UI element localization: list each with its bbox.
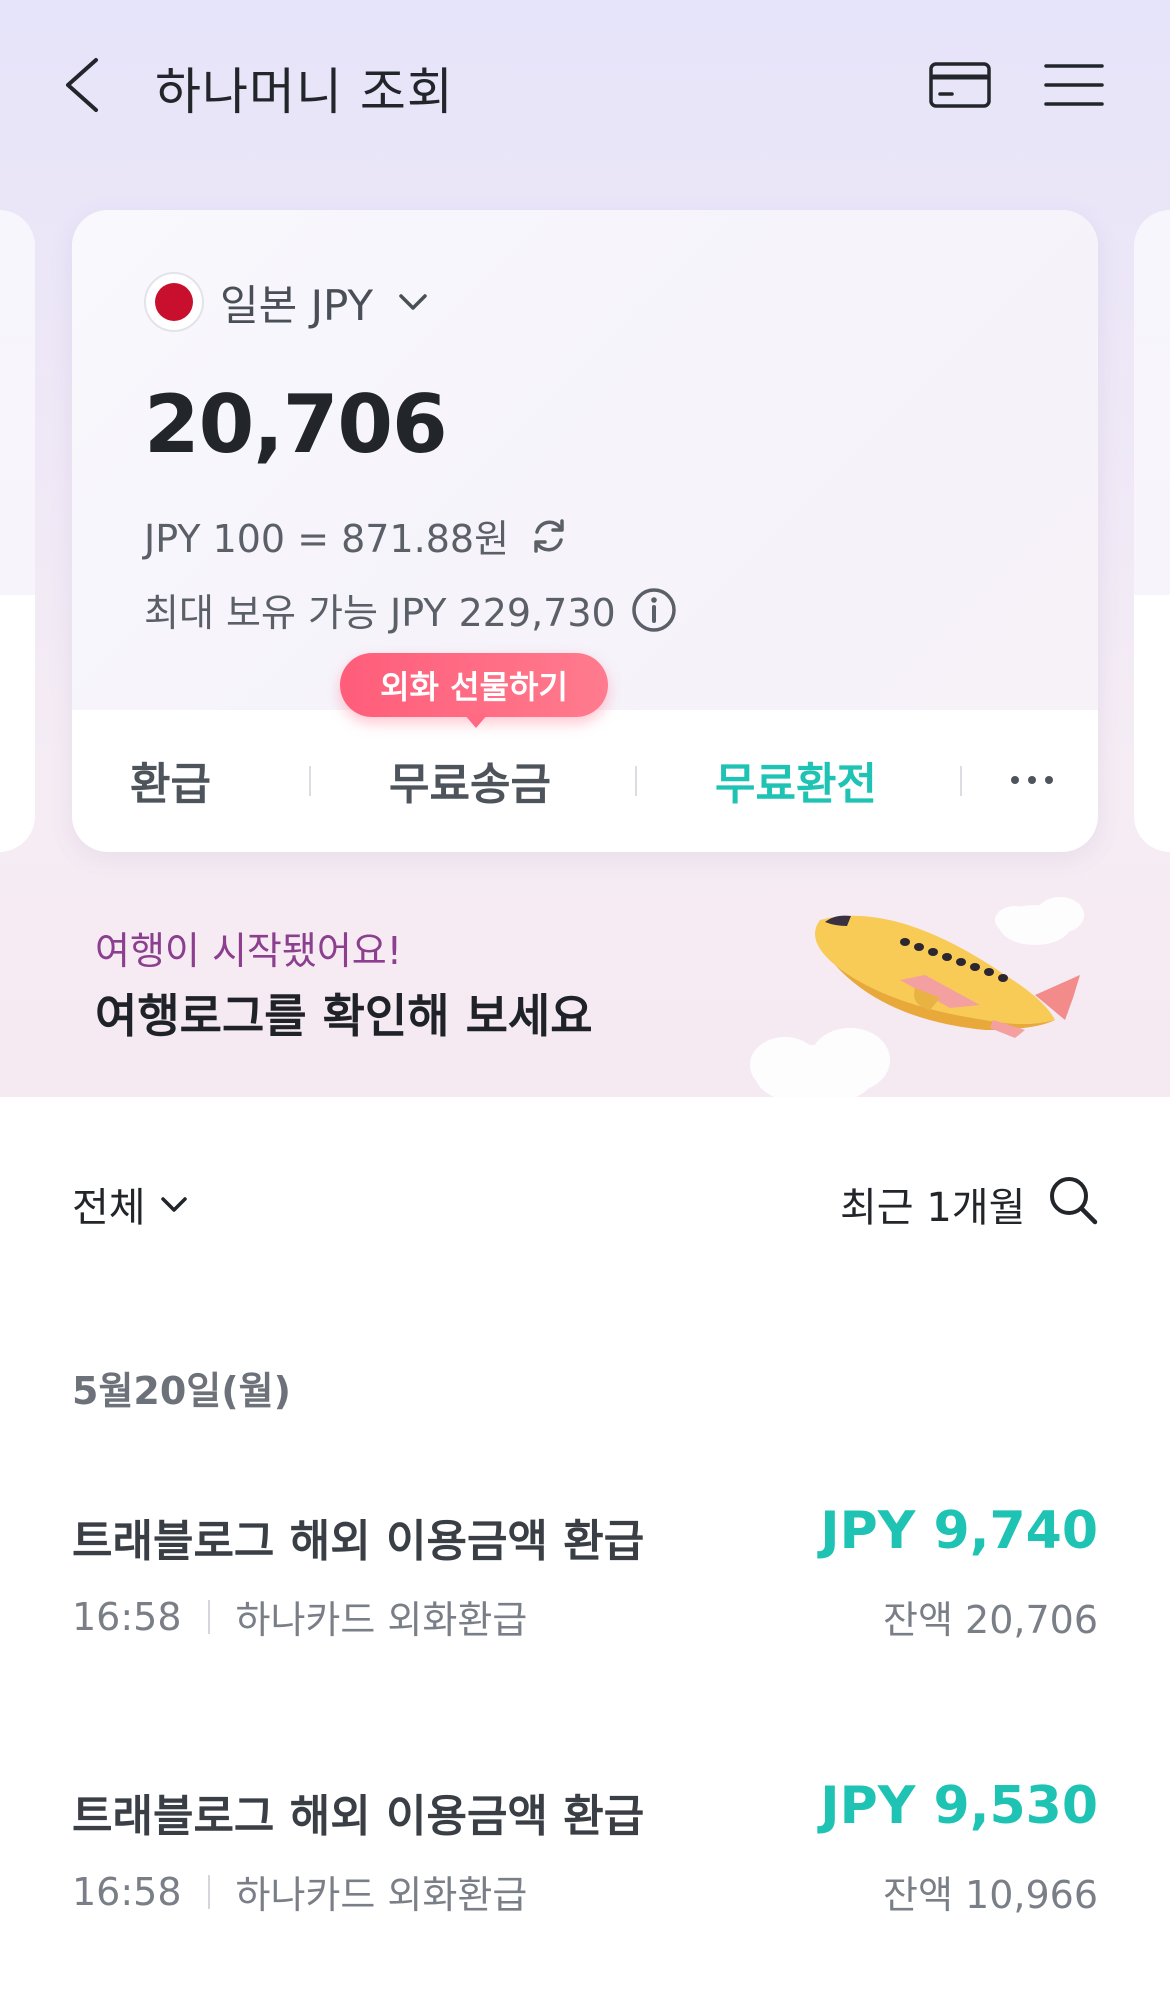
exchange-rate-text: JPY 100 = 871.88원 — [144, 517, 510, 561]
badge-tail — [464, 714, 488, 728]
transaction-row[interactable]: 트래블로그 해외 이용금액 환급 JPY 9,740 16:58 하나카드 외화… — [0, 1501, 1170, 1685]
transaction-row[interactable]: 트래블로그 해외 이용금액 환급 JPY 9,530 16:58 하나카드 외화… — [0, 1776, 1170, 1960]
free-exchange-button[interactable]: 무료환전 — [715, 748, 877, 812]
back-button[interactable] — [56, 50, 116, 120]
meta-divider — [207, 1874, 210, 1909]
more-dot — [1028, 776, 1036, 784]
max-holding: 최대 보유 가능 JPY 229,730 — [144, 582, 678, 637]
refresh-icon[interactable] — [527, 514, 571, 558]
transaction-time: 16:58 — [72, 1869, 182, 1914]
free-transfer-button[interactable]: 무료송금 — [389, 748, 551, 812]
flag-circle — [155, 283, 193, 321]
airplane-illustration — [750, 897, 1084, 1097]
currency-selector[interactable]: 일본 JPY — [144, 272, 431, 332]
balance-amount: 20,706 — [144, 378, 448, 471]
japan-flag-icon — [144, 272, 204, 332]
page-title: 하나머니 조회 — [155, 63, 454, 121]
banner-title: 여행로그를 확인해 보세요 — [95, 989, 593, 1043]
transaction-source: 하나카드 외화환급 — [235, 1598, 528, 1642]
chevron-down-icon — [399, 294, 427, 310]
exchange-rate: JPY 100 = 871.88원 — [144, 508, 571, 563]
transaction-title: 트래블로그 해외 이용금액 환급 — [72, 1516, 645, 1567]
max-holding-text: 최대 보유 가능 JPY 229,730 — [144, 591, 616, 635]
transaction-source: 하나카드 외화환급 — [235, 1873, 528, 1917]
card-summary: 일본 JPY 20,706 JPY 100 = 871.88원 최대 보유 가능… — [72, 210, 1098, 710]
transaction-meta: 16:58 하나카드 외화환급 — [72, 1589, 527, 1644]
more-dots-icon — [1011, 776, 1019, 784]
period-filter[interactable]: 최근 1개월 — [840, 1175, 1025, 1233]
category-filter[interactable]: 전체 — [72, 1175, 190, 1233]
action-divider — [635, 766, 637, 796]
date-header: 5월20일(월) — [72, 1369, 291, 1413]
credit-card-icon — [929, 62, 991, 108]
menu-button[interactable] — [1044, 60, 1104, 110]
travel-log-banner[interactable]: 여행이 시작됐어요! 여행로그를 확인해 보세요 — [0, 880, 1170, 1097]
previous-currency-card[interactable] — [0, 210, 35, 852]
currency-card: 일본 JPY 20,706 JPY 100 = 871.88원 최대 보유 가능… — [72, 210, 1098, 852]
card-actions: 환급 무료송금 무료환전 — [72, 710, 1098, 852]
gift-currency-badge[interactable]: 외화 선물하기 — [340, 653, 608, 717]
chevron-down-icon — [160, 1197, 187, 1212]
category-filter-label: 전체 — [72, 1185, 146, 1231]
more-actions-button[interactable] — [1000, 750, 1064, 810]
filter-bar: 전체 최근 1개월 — [0, 1097, 1170, 1307]
search-icon[interactable] — [1045, 1172, 1101, 1228]
chevron-left-icon — [66, 58, 98, 112]
transaction-balance: 잔액 10,966 — [883, 1873, 1098, 1917]
refund-button[interactable]: 환급 — [130, 748, 211, 812]
transaction-amount: JPY 9,740 — [820, 1501, 1098, 1561]
app-header: 하나머니 조회 — [0, 0, 1170, 175]
action-divider — [960, 766, 962, 796]
currency-label: 일본 JPY — [220, 280, 374, 330]
next-currency-card[interactable] — [1134, 210, 1170, 852]
card-button[interactable] — [928, 60, 992, 110]
transaction-meta: 16:58 하나카드 외화환급 — [72, 1864, 527, 1919]
transaction-time: 16:58 — [72, 1594, 182, 1639]
info-icon[interactable] — [630, 586, 678, 634]
transaction-title: 트래블로그 해외 이용금액 환급 — [72, 1791, 645, 1842]
meta-divider — [207, 1599, 210, 1634]
banner-subtitle: 여행이 시작됐어요! — [95, 929, 402, 973]
hamburger-menu-icon — [1044, 64, 1104, 106]
transaction-balance: 잔액 20,706 — [883, 1598, 1098, 1642]
transaction-amount: JPY 9,530 — [820, 1776, 1098, 1836]
more-dot — [1045, 776, 1053, 784]
action-divider — [309, 766, 311, 796]
